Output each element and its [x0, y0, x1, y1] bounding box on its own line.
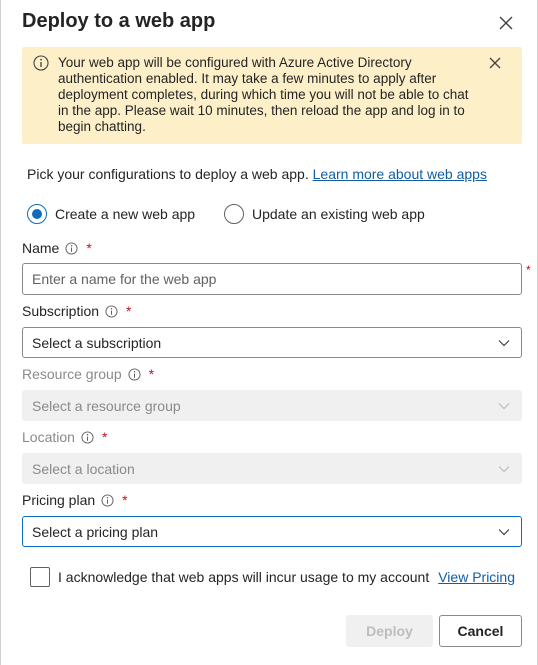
acknowledge-label: I acknowledge that web apps will incur u…	[58, 569, 430, 585]
acknowledge-checkbox[interactable]	[30, 567, 50, 587]
required-asterisk: *	[101, 429, 108, 445]
close-icon	[499, 16, 513, 30]
pricing-plan-value: Select a pricing plan	[32, 523, 159, 540]
subscription-label-text: Subscription	[22, 303, 100, 319]
radio-update-existing-control[interactable]	[224, 204, 244, 224]
learn-more-link[interactable]: Learn more about web apps	[313, 166, 487, 182]
radio-create-new-control[interactable]	[27, 204, 47, 224]
acknowledge-row: I acknowledge that web apps will incur u…	[30, 567, 515, 587]
chevron-down-icon	[498, 528, 510, 535]
radio-create-new-label: Create a new web app	[55, 206, 196, 222]
dialog-title: Deploy to a web app	[22, 10, 216, 32]
radio-create-new[interactable]: Create a new web app	[27, 203, 195, 225]
info-icon[interactable]	[105, 304, 118, 318]
name-label-text: Name	[22, 240, 60, 256]
info-icon[interactable]	[81, 430, 94, 444]
info-icon	[33, 55, 49, 71]
pricing-plan-dropdown[interactable]: Select a pricing plan	[22, 516, 522, 547]
banner-message: Your web app will be configured with Azu…	[58, 55, 469, 134]
banner-dismiss-button[interactable]	[488, 56, 502, 70]
radio-update-existing-label: Update an existing web app	[252, 206, 425, 222]
location-label-text: Location	[22, 429, 75, 445]
location-value: Select a location	[32, 460, 135, 477]
pricing-plan-label-text: Pricing plan	[22, 492, 96, 508]
required-asterisk: *	[86, 240, 92, 256]
pricing-plan-label: Pricing plan *	[22, 492, 128, 508]
intro-text: Pick your configurations to deploy a web…	[27, 166, 487, 182]
subscription-dropdown[interactable]: Select a subscription	[22, 327, 522, 358]
view-pricing-link[interactable]: View Pricing	[438, 569, 515, 585]
required-asterisk: *	[526, 263, 531, 277]
info-icon[interactable]	[128, 367, 141, 381]
subscription-label: Subscription *	[22, 303, 132, 319]
deploy-web-app-dialog: Deploy to a web app Your web app will be…	[0, 0, 538, 665]
required-asterisk: *	[126, 303, 132, 319]
location-label: Location *	[22, 429, 107, 445]
dialog-close-button[interactable]	[495, 12, 517, 34]
resource-group-value: Select a resource group	[32, 397, 181, 414]
info-banner: Your web app will be configured with Azu…	[22, 47, 522, 144]
resource-group-label-text: Resource group	[22, 366, 122, 382]
web-app-name-input[interactable]: Enter a name for the web app	[22, 263, 522, 295]
deploy-button[interactable]: Deploy	[346, 615, 433, 647]
subscription-value: Select a subscription	[32, 334, 162, 351]
info-icon[interactable]	[65, 241, 78, 255]
required-asterisk: *	[122, 492, 128, 508]
resource-group-label: Resource group *	[22, 366, 154, 382]
chevron-down-icon	[498, 339, 510, 346]
cancel-button[interactable]: Cancel	[439, 615, 522, 647]
chevron-down-icon	[498, 465, 510, 472]
info-icon[interactable]	[101, 493, 114, 507]
chevron-down-icon	[498, 402, 510, 409]
radio-update-existing[interactable]: Update an existing web app	[224, 203, 425, 225]
location-dropdown[interactable]: Select a location	[22, 453, 522, 484]
intro-label: Pick your configurations to deploy a web…	[27, 166, 309, 182]
resource-group-dropdown[interactable]: Select a resource group	[22, 390, 522, 421]
required-asterisk: *	[148, 366, 155, 382]
name-label: Name *	[22, 240, 92, 256]
